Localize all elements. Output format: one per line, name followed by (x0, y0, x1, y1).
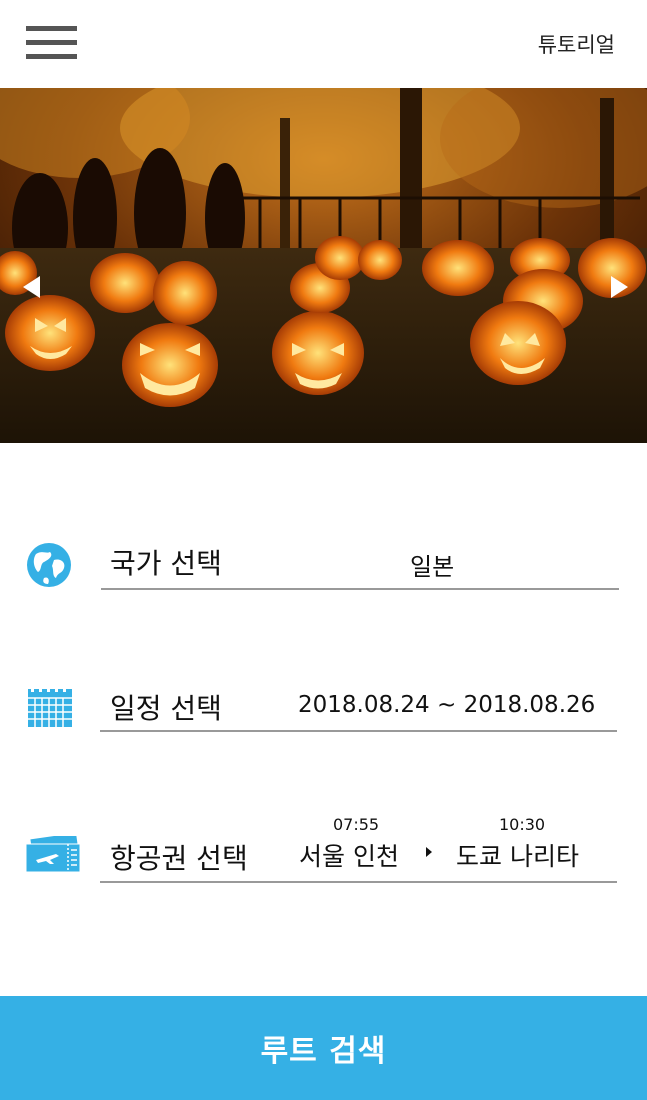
calendar-icon (28, 685, 72, 731)
schedule-value: 2018.08.24 ~ 2018.08.26 (298, 692, 596, 718)
route-search-button[interactable]: 루트 검색 (0, 996, 647, 1100)
country-divider (101, 588, 619, 590)
carousel-prev-arrow-icon[interactable] (23, 276, 40, 298)
country-value: 일본 (410, 553, 455, 581)
country-select-row[interactable]: 국가 선택 일본 (0, 520, 647, 600)
flight-select-label: 항공권 선택 (110, 842, 248, 875)
globe-icon (26, 542, 72, 592)
top-bar: 튜토리얼 (0, 0, 647, 88)
airplane-ticket-icon (25, 832, 81, 876)
hero-image (0, 88, 647, 443)
arrival-airport: 도쿄 나리타 (456, 842, 579, 871)
departure-time: 07:55 (333, 815, 380, 834)
departure-airport: 서울 인천 (299, 842, 399, 871)
flight-select-row[interactable]: 항공권 선택 07:55 서울 인천 10:30 도쿄 나리타 (0, 810, 647, 895)
tutorial-link[interactable]: 튜토리얼 (538, 29, 615, 59)
carousel-next-arrow-icon[interactable] (611, 276, 628, 298)
country-select-label: 국가 선택 (110, 547, 222, 580)
arrival-time: 10:30 (499, 815, 546, 834)
schedule-select-row[interactable]: 일정 선택 2018.08.24 ~ 2018.08.26 (0, 665, 647, 745)
route-arrow-icon (426, 847, 432, 857)
schedule-select-label: 일정 선택 (110, 692, 222, 725)
schedule-divider (100, 730, 617, 732)
hero-carousel (0, 88, 647, 443)
hamburger-menu-icon[interactable] (26, 26, 78, 62)
flight-divider (100, 881, 617, 883)
